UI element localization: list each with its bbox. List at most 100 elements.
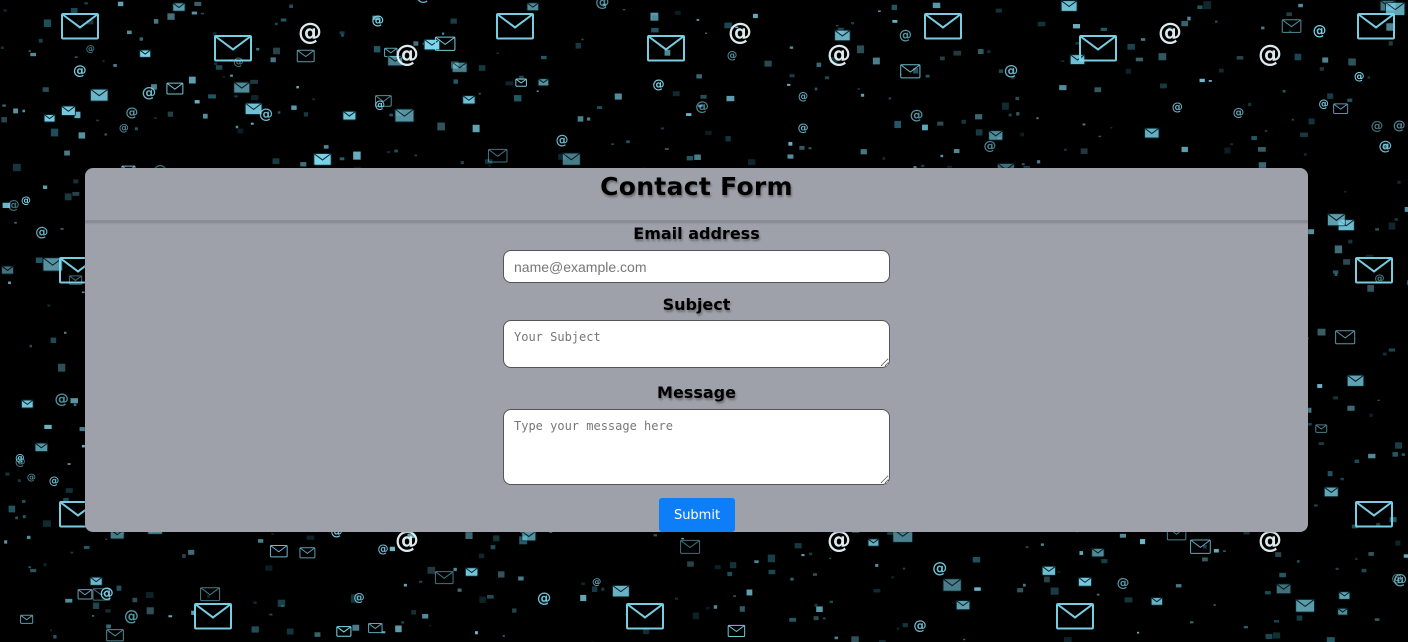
speck — [502, 634, 505, 637]
email-input[interactable] — [503, 250, 890, 283]
speck — [286, 628, 294, 635]
speck — [1230, 143, 1233, 146]
speck — [974, 587, 981, 591]
speck — [154, 117, 157, 119]
speck — [1348, 239, 1353, 244]
envelope-icon — [647, 35, 685, 62]
speck — [4, 540, 8, 544]
speck — [1015, 96, 1020, 101]
speck — [1374, 618, 1380, 621]
at-sign-icon: @ — [35, 225, 48, 240]
speck — [1022, 583, 1026, 587]
speck — [1273, 619, 1280, 623]
speck — [580, 594, 587, 602]
speck — [813, 573, 817, 576]
speck — [22, 499, 26, 503]
speck — [767, 554, 776, 563]
envelope-icon — [1295, 598, 1316, 613]
speck — [1307, 229, 1315, 235]
speck — [43, 19, 51, 27]
envelope-icon — [20, 399, 34, 409]
speck — [1094, 87, 1102, 93]
speck — [1354, 459, 1360, 463]
envelope-icon — [1326, 213, 1346, 227]
envelope-icon — [680, 539, 701, 554]
submit-button[interactable]: Submit — [659, 498, 735, 532]
speck — [824, 76, 830, 80]
speck — [28, 566, 32, 569]
at-sign-icon: @ — [416, 0, 431, 4]
speck — [1333, 396, 1339, 400]
envelope-icon — [515, 78, 527, 87]
envelope-icon — [537, 78, 550, 87]
speck — [1389, 517, 1397, 523]
subject-input[interactable] — [503, 320, 890, 368]
speck — [44, 424, 52, 430]
speck — [856, 45, 865, 54]
speck — [1119, 533, 1126, 538]
speck — [746, 589, 753, 596]
speck — [1347, 98, 1353, 102]
speck — [808, 147, 812, 150]
speck — [257, 539, 264, 543]
speck — [478, 553, 485, 559]
speck — [116, 585, 122, 591]
speck — [29, 344, 33, 348]
speck — [747, 159, 756, 166]
envelope-icon — [20, 614, 34, 624]
speck — [505, 81, 514, 86]
speck — [234, 95, 238, 98]
speck — [1036, 160, 1041, 164]
speck — [1257, 147, 1266, 152]
speck — [1181, 146, 1188, 153]
speck — [733, 595, 737, 597]
speck — [1382, 352, 1387, 356]
speck — [1317, 328, 1326, 336]
speck — [851, 636, 859, 642]
speck — [352, 624, 360, 631]
speck — [78, 132, 86, 139]
speck — [987, 50, 991, 54]
speck — [113, 64, 117, 67]
speck — [686, 156, 694, 161]
message-input[interactable] — [503, 409, 890, 485]
speck — [65, 488, 73, 493]
envelope-icon — [423, 38, 441, 51]
envelope-icon — [1355, 501, 1393, 528]
speck — [829, 557, 832, 560]
envelope-icon — [1323, 486, 1339, 498]
speck — [105, 538, 108, 541]
speck — [22, 109, 26, 113]
speck — [139, 37, 144, 41]
speck — [1072, 24, 1081, 29]
speck — [1208, 79, 1212, 82]
speck — [1367, 76, 1371, 79]
speck — [1236, 56, 1244, 60]
speck — [486, 594, 494, 599]
speck — [250, 79, 259, 84]
speck — [191, 11, 198, 15]
speck — [1343, 259, 1351, 265]
speck — [725, 136, 731, 142]
speck — [312, 98, 315, 101]
speck — [1096, 593, 1100, 596]
speck — [1394, 218, 1398, 221]
speck — [8, 505, 16, 513]
speck — [622, 8, 626, 11]
speck — [353, 151, 361, 160]
envelope-icon — [233, 81, 251, 94]
speck — [422, 613, 429, 619]
speck — [937, 121, 944, 126]
at-sign-icon: @ — [1393, 118, 1406, 133]
speck — [134, 127, 138, 131]
speck — [953, 50, 962, 56]
speck — [30, 568, 37, 573]
speck — [126, 30, 132, 35]
speck — [96, 119, 99, 122]
speck — [1100, 27, 1107, 31]
speck — [922, 124, 928, 131]
speck — [3, 9, 7, 12]
envelope-icon — [43, 114, 56, 123]
speck — [586, 117, 591, 121]
speck — [1082, 123, 1086, 126]
